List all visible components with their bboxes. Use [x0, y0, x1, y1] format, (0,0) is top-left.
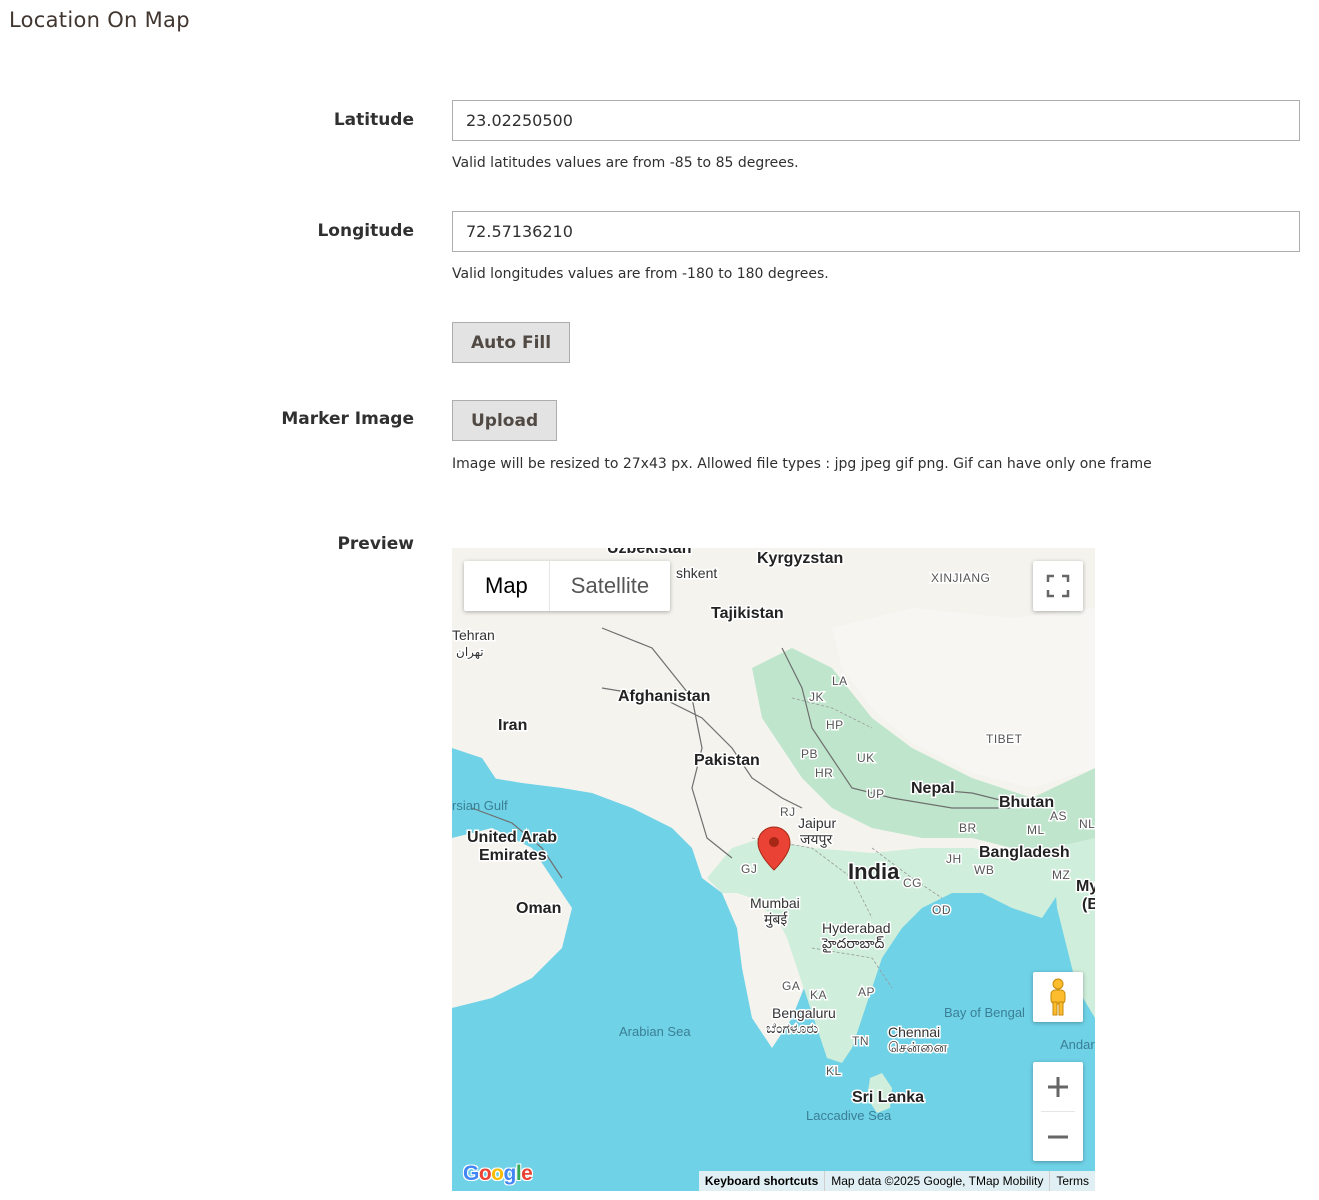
zoom-in-button[interactable] — [1033, 1062, 1083, 1111]
map-type-satellite-button[interactable]: Satellite — [550, 561, 670, 611]
map-attribution: Keyboard shortcuts Map data ©2025 Google… — [698, 1171, 1095, 1191]
minus-icon — [1048, 1135, 1068, 1138]
map-type-control[interactable]: Map Satellite — [464, 561, 671, 611]
land-sri-lanka — [867, 1073, 892, 1113]
map-canvas[interactable] — [452, 548, 1095, 1191]
longitude-input[interactable] — [452, 211, 1300, 252]
terms-link[interactable]: Terms — [1049, 1171, 1095, 1191]
auto-fill-button[interactable]: Auto Fill — [452, 322, 571, 363]
marker-image-label: Marker Image — [281, 409, 414, 429]
fullscreen-icon — [1046, 574, 1070, 598]
pegman-icon — [1050, 978, 1066, 1016]
land-arabia — [452, 828, 572, 1008]
marker-image-note: Image will be resized to 27x43 px. Allow… — [452, 456, 1152, 472]
upload-button[interactable]: Upload — [452, 400, 558, 441]
latitude-label: Latitude — [333, 110, 414, 130]
latitude-note: Valid latitudes values are from -85 to 8… — [452, 155, 799, 171]
page-title: Location On Map — [9, 8, 190, 32]
zoom-out-button[interactable] — [1033, 1112, 1083, 1161]
latitude-input[interactable] — [452, 100, 1300, 141]
fullscreen-button[interactable] — [1033, 561, 1083, 611]
map-preview[interactable]: Uzbekistan Kyrgyzstan Tajikistan Afghani… — [452, 548, 1095, 1191]
zoom-control[interactable] — [1033, 1062, 1083, 1161]
plus-icon — [1048, 1076, 1068, 1097]
longitude-note: Valid longitudes values are from -180 to… — [452, 266, 829, 282]
longitude-label: Longitude — [317, 221, 414, 241]
street-view-button[interactable] — [1033, 972, 1083, 1022]
keyboard-shortcuts-link[interactable]: Keyboard shortcuts — [699, 1171, 824, 1191]
map-data-text: Map data ©2025 Google, TMap Mobility — [824, 1171, 1049, 1191]
preview-label: Preview — [337, 534, 414, 554]
google-logo: Google — [463, 1162, 533, 1185]
map-type-map-button[interactable]: Map — [464, 561, 550, 611]
